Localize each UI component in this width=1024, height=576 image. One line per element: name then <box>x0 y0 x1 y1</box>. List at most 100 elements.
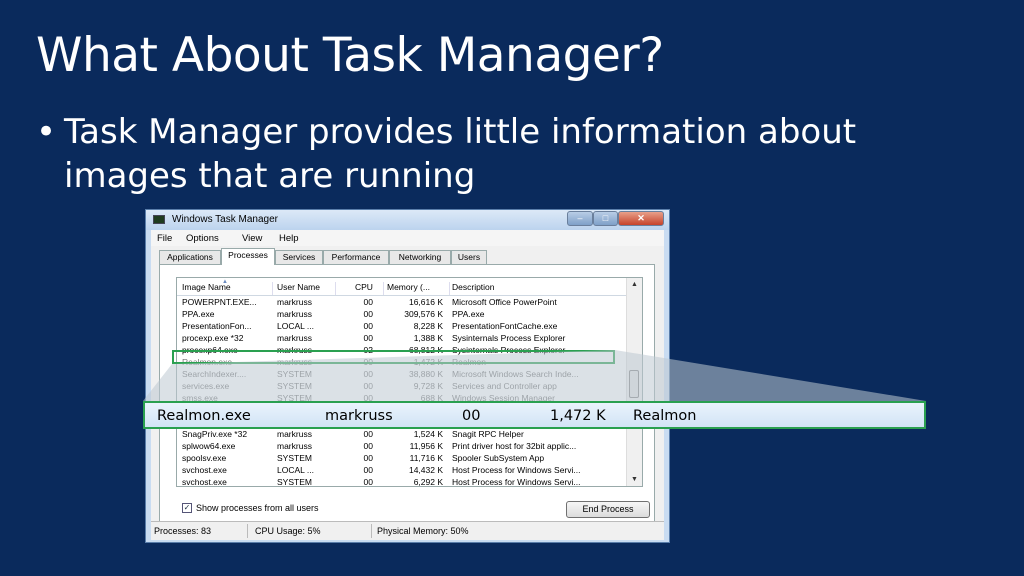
zoom-description: Realmon <box>633 408 697 424</box>
title-bar[interactable]: Windows Task Manager – □ ✕ <box>146 210 669 230</box>
cell-description: Snagit RPC Helper <box>452 429 524 439</box>
bullet-text: Task Manager provides little information… <box>64 112 857 196</box>
cell-image-name: services.exe <box>182 381 230 391</box>
table-row[interactable]: SearchIndexer.... SYSTEM 00 38,880 K Microso… <box>177 368 628 380</box>
tab-users[interactable]: Users <box>451 250 487 264</box>
cell-image-name: SnagPriv.exe *32 <box>182 429 248 439</box>
cell-image-name: PPA.exe <box>182 309 215 319</box>
table-row[interactable]: procexp.exe *32 markruss 00 1,388 K Sysinter… <box>177 332 628 344</box>
cell-memory: 11,716 K <box>409 453 443 463</box>
cell-description: PresentationFontCache.exe <box>452 321 558 331</box>
cell-image-name: svchost.exe <box>182 465 227 475</box>
column-cpu[interactable]: CPU <box>355 282 384 295</box>
zoom-memory: 1,472 K <box>550 408 606 424</box>
cell-user-name: SYSTEM <box>277 369 312 379</box>
tab-networking[interactable]: Networking <box>389 250 451 264</box>
cell-cpu: 00 <box>363 309 373 319</box>
cell-cpu: 00 <box>363 441 373 451</box>
cell-image-name: POWERPNT.EXE... <box>182 297 257 307</box>
cell-description: Sysinternals Process Explorer <box>452 333 566 343</box>
cell-user-name: LOCAL ... <box>277 321 315 331</box>
status-processes: Processes: 83 <box>154 526 212 536</box>
cell-image-name: splwow64.exe <box>182 441 236 451</box>
show-all-users-checkbox[interactable]: ✓ <box>182 503 192 513</box>
cell-memory: 38,880 K <box>408 369 443 379</box>
menu-file[interactable]: File <box>157 233 172 244</box>
cell-image-name: PresentationFon... <box>182 321 252 331</box>
table-row[interactable]: svchost.exe LOCAL ... 00 14,432 K Host Proce… <box>177 464 628 476</box>
minimize-button[interactable]: – <box>567 211 593 226</box>
cell-description: Spooler SubSystem App <box>452 453 545 463</box>
maximize-button[interactable]: □ <box>593 211 618 226</box>
cell-memory: 14,432 K <box>408 465 443 475</box>
column-memory[interactable]: Memory (... <box>387 282 450 295</box>
cell-memory: 309,576 K <box>404 309 443 319</box>
table-row[interactable]: POWERPNT.EXE... markruss 00 16,616 K Microso… <box>177 296 628 308</box>
status-divider <box>247 524 248 538</box>
cell-memory: 16,616 K <box>408 297 443 307</box>
window-title: Windows Task Manager <box>172 214 278 225</box>
table-row[interactable]: SnagPriv.exe *32 markruss 00 1,524 K Snagit … <box>177 428 628 440</box>
cell-cpu: 00 <box>363 369 373 379</box>
scroll-thumb[interactable] <box>629 370 639 398</box>
table-row[interactable]: splwow64.exe markruss 00 11,956 K Print driv… <box>177 440 628 452</box>
column-image-name[interactable]: ▲ Image Name <box>182 279 273 295</box>
status-cpu: CPU Usage: 5% <box>255 526 321 536</box>
slide-title: What About Task Manager? <box>36 28 664 83</box>
table-row[interactable]: services.exe SYSTEM 00 9,728 K Services and … <box>177 380 628 392</box>
cell-description: Microsoft Office PowerPoint <box>452 297 557 307</box>
tab-applications[interactable]: Applications <box>159 250 221 264</box>
zoom-image-name: Realmon.exe <box>157 408 251 424</box>
cell-cpu: 00 <box>363 465 373 475</box>
cell-cpu: 00 <box>363 453 373 463</box>
cell-user-name: SYSTEM <box>277 381 312 391</box>
tab-services[interactable]: Services <box>275 250 323 264</box>
cell-cpu: 00 <box>363 477 373 487</box>
show-all-users-label: Show processes from all users <box>196 503 319 513</box>
tab-performance[interactable]: Performance <box>323 250 389 264</box>
bullet-marker: • <box>36 112 57 152</box>
table-row[interactable]: PPA.exe markruss 00 309,576 K PPA.exe <box>177 308 628 320</box>
cell-cpu: 00 <box>363 381 373 391</box>
menu-options[interactable]: Options <box>186 233 219 244</box>
status-divider <box>371 524 372 538</box>
process-list[interactable]: ▲ Image Name User Name CPU Memory (... D… <box>176 277 643 487</box>
cell-description: Microsoft Windows Search Inde... <box>452 369 579 379</box>
table-row[interactable]: svchost.exe SYSTEM 00 6,292 K Host Process f… <box>177 476 628 487</box>
table-row[interactable]: spoolsv.exe SYSTEM 00 11,716 K Spooler SubSy… <box>177 452 628 464</box>
cell-memory: 8,228 K <box>413 321 443 331</box>
list-header: ▲ Image Name User Name CPU Memory (... D… <box>177 278 628 296</box>
cell-cpu: 00 <box>363 333 373 343</box>
cell-description: PPA.exe <box>452 309 485 319</box>
task-manager-window: Windows Task Manager – □ ✕ File Options … <box>145 209 670 543</box>
status-bar: Processes: 83 CPU Usage: 5% Physical Mem… <box>151 521 664 540</box>
cell-user-name: SYSTEM <box>277 477 312 487</box>
cell-user-name: markruss <box>277 309 312 319</box>
column-description[interactable]: Description <box>452 282 622 295</box>
menu-bar: File Options View Help <box>151 230 664 246</box>
scroll-down-icon[interactable]: ▼ <box>631 476 638 483</box>
close-button[interactable]: ✕ <box>618 211 664 226</box>
end-process-button[interactable]: End Process <box>566 501 650 518</box>
window-client: File Options View Help Applications Proc… <box>151 230 664 538</box>
cell-image-name: svchost.exe <box>182 477 227 487</box>
task-manager-icon <box>153 215 165 224</box>
menu-view[interactable]: View <box>242 233 262 244</box>
cell-cpu: 00 <box>363 297 373 307</box>
cell-image-name: procexp.exe *32 <box>182 333 244 343</box>
column-user-name[interactable]: User Name <box>277 282 336 295</box>
cell-description: Host Process for Windows Servi... <box>452 477 581 487</box>
cell-description: Services and Controller app <box>452 381 557 391</box>
cell-description: Print driver host for 32bit applic... <box>452 441 577 451</box>
cell-image-name: spoolsv.exe <box>182 453 227 463</box>
vertical-scrollbar[interactable]: ▲ ▼ <box>626 278 642 486</box>
zoomed-realmon-row: Realmon.exe markruss 00 1,472 K Realmon <box>143 401 926 429</box>
table-row[interactable]: PresentationFon... LOCAL ... 00 8,228 K Pres… <box>177 320 628 332</box>
menu-help[interactable]: Help <box>279 233 299 244</box>
scroll-up-icon[interactable]: ▲ <box>631 281 638 288</box>
cell-memory: 1,524 K <box>413 429 443 439</box>
cell-user-name: markruss <box>277 297 312 307</box>
status-memory: Physical Memory: 50% <box>377 526 469 536</box>
cell-memory: 1,388 K <box>413 333 443 343</box>
tab-processes[interactable]: Processes <box>221 248 275 265</box>
